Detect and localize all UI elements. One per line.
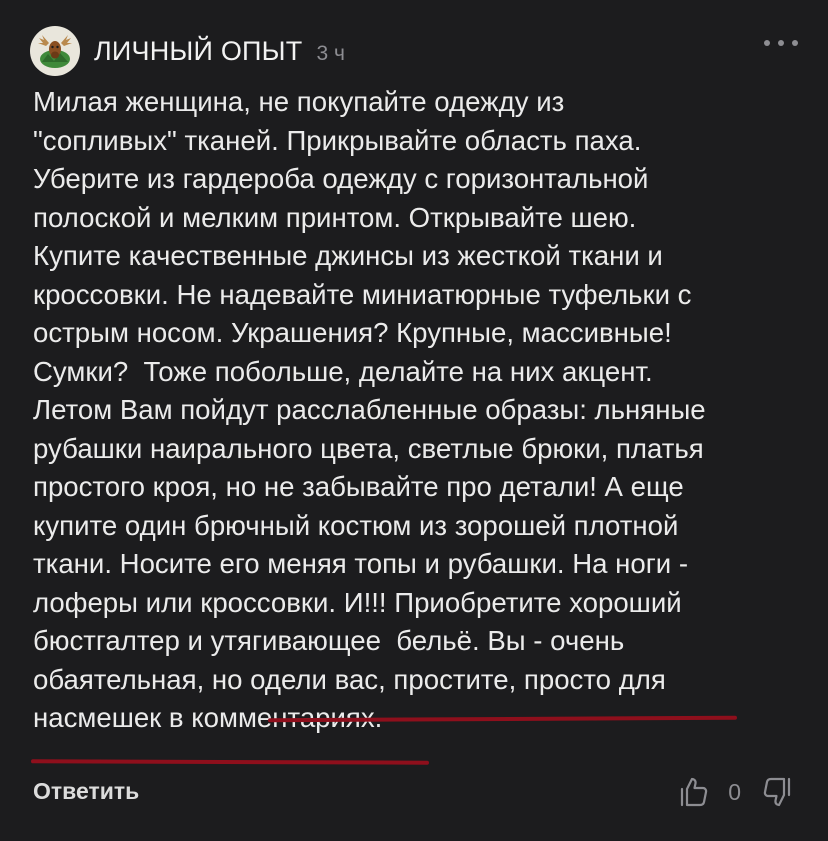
- comment-line: бюстгалтер и утягивающее бельё. Вы - оче…: [33, 625, 625, 656]
- vote-count: 0: [728, 778, 741, 805]
- comment-card: ЛИЧНЫЙ ОПЫТ 3 ч Милая женщина, не покупа…: [0, 0, 828, 841]
- dot: [792, 40, 798, 46]
- comment-time: 3 ч: [316, 42, 345, 65]
- comment-line: кроссовки. Не надевайте миниатюрные туфе…: [33, 278, 692, 310]
- comment-line: Летом Вам пойдут расслабленные образы: л…: [33, 394, 706, 425]
- moose-avatar-icon[interactable]: [30, 26, 80, 76]
- comment-line: Купите качественные джинсы из жесткой тк…: [33, 240, 663, 271]
- dot: [778, 40, 784, 46]
- author-name[interactable]: ЛИЧНЫЙ ОПЫТ: [94, 36, 302, 67]
- comment-line: Уберите из гардероба одежду с горизонтал…: [33, 163, 649, 194]
- comment-line: "сопливых" тканей. Прикрывайте область п…: [33, 124, 642, 156]
- comment-line: Милая женщина, не покупайте одежду из: [33, 86, 565, 117]
- comment-line: острым носом. Украшения? Крупные, массив…: [33, 317, 672, 348]
- comment-footer: Ответить 0: [33, 773, 803, 813]
- thumbs-up-icon[interactable]: [676, 774, 712, 810]
- vote-controls: 0: [676, 773, 795, 811]
- comment-line: Сумки? Тоже побольше, делайте на них акц…: [33, 355, 653, 387]
- comment-header: ЛИЧНЫЙ ОПЫТ 3 ч: [30, 24, 345, 78]
- comment-line: обаятельная, но одели вас, простите, про…: [33, 663, 666, 695]
- dot: [764, 40, 770, 46]
- thumbs-down-icon[interactable]: [759, 774, 795, 810]
- red-underline-mark: [30, 759, 430, 765]
- comment-line: рубашки наирального цвета, светлые брюки…: [33, 432, 704, 464]
- more-dots-icon[interactable]: [764, 33, 798, 53]
- comment-line: купите один брючный костюм из зорошей пл…: [33, 509, 679, 541]
- reply-button[interactable]: Ответить: [33, 778, 139, 805]
- comment-line: полоской и мелким принтом. Открывайте ше…: [33, 201, 637, 233]
- comment-line: лоферы или кроссовки. И!!! Приобретите х…: [33, 586, 682, 618]
- comment-line: ткани. Носите его меняя топы и рубашки. …: [33, 548, 689, 579]
- comment-line: простого кроя, но не забывайте про детал…: [33, 471, 684, 502]
- comment-text: Милая женщина, не покупайте одежду из "с…: [33, 83, 803, 738]
